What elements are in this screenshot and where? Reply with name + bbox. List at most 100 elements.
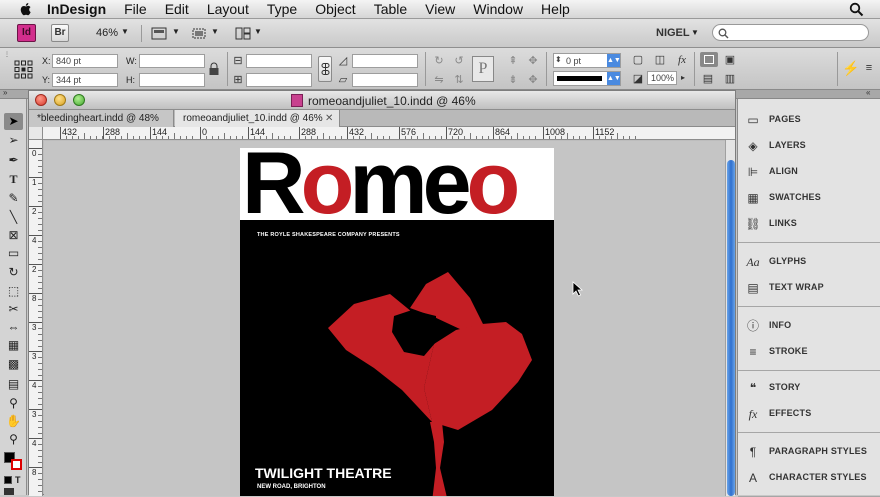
x-position-field[interactable]: 840 pt <box>52 54 118 68</box>
direct-selection-tool-icon[interactable]: ➢ <box>4 132 23 149</box>
menu-view[interactable]: View <box>416 1 464 17</box>
panel-item-text-wrap[interactable]: ▤ TEXT WRAP <box>738 277 880 299</box>
hand-tool-icon[interactable]: ✋ <box>4 413 23 430</box>
poster-page[interactable]: Romeo THE ROYLE SHAKESPEARE COMPANY PRES… <box>240 148 554 496</box>
wrap-bounding-icon[interactable]: ▣ <box>722 53 738 67</box>
menu-table[interactable]: Table <box>365 1 416 17</box>
panel-menu-icon[interactable]: ≡ <box>862 61 876 75</box>
gap-tool-icon[interactable]: ⇔ <box>4 319 23 336</box>
reference-point-icon[interactable] <box>14 60 33 79</box>
opacity-arrow-icon[interactable]: ▸ <box>678 71 688 85</box>
panel-item-info[interactable]: ⓘ INFO <box>738 315 880 337</box>
scale-x-field[interactable] <box>246 54 312 68</box>
view-options-button[interactable]: ▼ <box>141 25 185 42</box>
stroke-weight-dropdown-icon[interactable]: ▲▼ <box>607 54 621 67</box>
flip-horizontal-icon[interactable]: ⇋ <box>432 73 446 87</box>
venue-name[interactable]: TWILIGHT THEATRE <box>255 465 392 481</box>
stroke-type-dropdown-icon[interactable]: ▲▼ <box>607 72 621 85</box>
rotate-tool-icon[interactable]: ↻ <box>4 264 23 281</box>
width-field[interactable] <box>139 54 205 68</box>
bridge-button[interactable]: Br <box>51 24 69 42</box>
menu-app-name[interactable]: InDesign <box>38 1 115 17</box>
arrange-documents-button[interactable]: ▼ <box>229 25 273 42</box>
default-colors-icon[interactable] <box>4 476 12 484</box>
opacity-field[interactable]: 100% <box>647 71 677 85</box>
minimize-window-button[interactable] <box>54 94 66 106</box>
menu-edit[interactable]: Edit <box>156 1 198 17</box>
panel-item-swatches[interactable]: ▦ SWATCHES <box>738 187 880 209</box>
y-position-field[interactable]: 344 pt <box>52 73 118 87</box>
note-tool-icon[interactable]: ▤ <box>4 376 23 393</box>
close-window-button[interactable] <box>35 94 47 106</box>
menu-help[interactable]: Help <box>532 1 579 17</box>
panel-item-align[interactable]: ⊫ ALIGN <box>738 161 880 183</box>
poster-title[interactable]: Romeo <box>242 148 520 220</box>
vertical-scrollbar[interactable] <box>725 140 735 496</box>
line-tool-icon[interactable]: ╲ <box>4 209 23 226</box>
help-search-field[interactable] <box>712 24 869 41</box>
scrollbar-thumb[interactable] <box>727 160 735 496</box>
text-wrap-none-button[interactable] <box>700 52 718 67</box>
pencil-tool-icon[interactable]: ✎ <box>4 190 23 207</box>
rotate-ccw-icon[interactable]: ↺ <box>452 54 466 68</box>
wrap-jump-icon[interactable]: ▥ <box>722 72 738 86</box>
constrain-scale-button[interactable] <box>318 56 332 82</box>
zoom-dropdown-icon[interactable]: ▼ <box>121 27 129 36</box>
stroke-swatch[interactable] <box>11 459 22 470</box>
screen-mode-button[interactable]: ▼ <box>185 25 229 42</box>
select-content-icon[interactable]: ✥ <box>526 54 540 68</box>
close-tab-icon[interactable]: ✕ <box>325 110 333 127</box>
constrain-proportions-icon[interactable] <box>208 62 220 76</box>
menu-window[interactable]: Window <box>464 1 532 17</box>
stroke-weight-field[interactable]: ⬍ 0 pt ▲▼ <box>553 53 621 68</box>
type-tool-icon[interactable]: T <box>4 171 23 188</box>
formatting-text-icon[interactable]: T <box>15 475 21 485</box>
apply-color-icon[interactable] <box>4 488 14 495</box>
gradient-tool-icon[interactable]: ▦ <box>4 337 23 354</box>
menu-layout[interactable]: Layout <box>198 1 258 17</box>
scale-y-field[interactable] <box>246 73 312 87</box>
effects-shadow-icon[interactable]: ◫ <box>653 53 667 67</box>
rectangle-frame-tool-icon[interactable]: ⊠ <box>4 227 23 244</box>
fx-icon[interactable]: fx <box>674 53 690 67</box>
workspace-dropdown-icon[interactable]: ▼ <box>691 28 699 37</box>
menu-type[interactable]: Type <box>258 1 306 17</box>
shear-angle-field[interactable] <box>352 73 418 87</box>
selection-tool-icon[interactable]: ➤ <box>4 113 23 130</box>
menu-file[interactable]: File <box>115 1 156 17</box>
panel-item-character-styles[interactable]: A CHARACTER STYLES <box>738 467 880 489</box>
panel-item-glyphs[interactable]: Aa GLYPHS <box>738 251 880 273</box>
panel-item-story[interactable]: ❝ STORY <box>738 377 880 399</box>
stepper-icon[interactable]: ⬍ <box>555 54 562 66</box>
gradient-feather-tool-icon[interactable]: ▩ <box>4 356 23 373</box>
collapse-tools-icon[interactable]: » <box>3 88 7 97</box>
panel-item-links[interactable]: ⛓ LINKS <box>738 213 880 235</box>
free-transform-tool-icon[interactable]: ⬚ <box>4 283 23 300</box>
flip-vertical-icon[interactable]: ⇅ <box>452 73 466 87</box>
rectangle-tool-icon[interactable]: ▭ <box>4 245 23 262</box>
rotation-angle-field[interactable] <box>352 54 418 68</box>
panel-item-layers[interactable]: ◈ LAYERS <box>738 135 880 157</box>
zoom-tool-icon[interactable]: ⚲ <box>4 431 23 448</box>
presents-line[interactable]: THE ROYLE SHAKESPEARE COMPANY PRESENTS <box>257 232 400 238</box>
rotate-cw-icon[interactable]: ↻ <box>432 54 446 68</box>
wrap-shape-icon[interactable]: ▤ <box>700 72 716 86</box>
select-next-icon[interactable]: ✥ <box>526 73 540 87</box>
menu-object[interactable]: Object <box>306 1 364 17</box>
scissors-tool-icon[interactable]: ✂ <box>4 301 23 318</box>
panel-item-paragraph-styles[interactable]: ¶ PARAGRAPH STYLES <box>738 441 880 463</box>
stroke-type-dropdown[interactable]: ▲▼ <box>553 71 621 86</box>
drop-shadow-icon[interactable]: ▢ <box>631 53 645 67</box>
venue-address[interactable]: NEW ROAD, BRIGHTON <box>257 484 326 490</box>
select-previous-icon[interactable]: ⇟ <box>506 73 520 87</box>
select-container-icon[interactable]: ⇞ <box>506 54 520 68</box>
zoom-level[interactable]: 46% <box>96 27 118 39</box>
rose-heart-artwork[interactable] <box>324 272 544 496</box>
quick-apply-icon[interactable]: ⚡ <box>842 61 859 75</box>
zoom-window-button[interactable] <box>73 94 85 106</box>
apple-icon[interactable] <box>18 1 34 17</box>
height-field[interactable] <box>139 73 205 87</box>
pen-tool-icon[interactable]: ✒ <box>4 152 23 169</box>
panel-item-stroke[interactable]: ≡ STROKE <box>738 341 880 363</box>
eyedropper-tool-icon[interactable]: ⚲ <box>4 395 23 412</box>
